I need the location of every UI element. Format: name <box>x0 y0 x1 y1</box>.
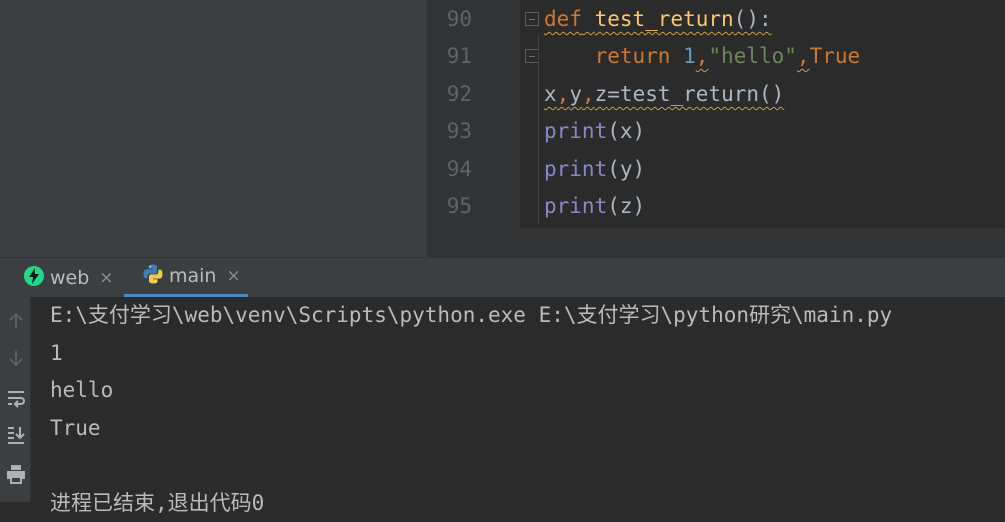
scroll-to-end-icon[interactable] <box>0 420 31 448</box>
code-line-95[interactable]: print(z) <box>544 188 645 225</box>
console-output-line: 1 <box>50 341 63 365</box>
up-arrow-icon[interactable] <box>0 307 31 335</box>
indent-guide <box>538 34 539 224</box>
down-arrow-icon[interactable] <box>0 344 31 372</box>
project-pane <box>0 0 427 257</box>
close-icon[interactable]: × <box>226 266 240 286</box>
run-tool-window-header: web × main × <box>0 257 1005 298</box>
console-output-line: hello <box>50 378 114 402</box>
run-tab-main[interactable]: main × <box>124 258 248 298</box>
code-line-92[interactable]: x,y,z=test_return() <box>544 76 784 113</box>
code-line-93[interactable]: print(x) <box>544 113 645 150</box>
line-number: 94 <box>446 157 472 181</box>
comma: , <box>695 44 709 68</box>
console-command-line: E:\支付学习\web\venv\Scripts\python.exe E:\支… <box>50 303 893 327</box>
code-text: (z) <box>607 194 646 218</box>
code-line-94[interactable]: print(y) <box>544 151 645 188</box>
variable: z <box>594 82 608 106</box>
line-number: 92 <box>446 82 472 106</box>
keyword: def <box>544 7 582 31</box>
code-text: (): <box>733 7 772 31</box>
function-name: test_return <box>594 7 734 31</box>
pycharm-icon <box>23 265 45 291</box>
editor-bottom-strip <box>427 228 1005 257</box>
builtin-print: print <box>544 157 608 181</box>
fold-start-icon[interactable] <box>525 12 539 26</box>
console-exit-message: 进程已结束,退出代码0 <box>50 491 265 515</box>
python-icon <box>142 263 164 289</box>
fold-end-icon[interactable] <box>525 49 539 63</box>
code-editor[interactable]: 90 91 92 93 94 95 def test_return(): ret… <box>427 0 1005 257</box>
code-text: (y) <box>607 157 646 181</box>
variable: x <box>544 82 557 106</box>
run-side-toolbar <box>0 297 31 502</box>
code-line-90[interactable]: def test_return(): <box>544 1 772 38</box>
line-number: 93 <box>446 119 472 143</box>
close-icon[interactable]: × <box>99 268 113 288</box>
tab-label: web <box>50 267 90 289</box>
line-number: 91 <box>446 44 472 68</box>
console-output-line: True <box>50 416 101 440</box>
builtin-print: print <box>544 194 608 218</box>
line-number: 95 <box>446 194 472 218</box>
code-text: =test_return() <box>607 82 785 106</box>
code-text: (x) <box>607 119 646 143</box>
builtin-print: print <box>544 119 608 143</box>
keyword: True <box>809 44 861 68</box>
print-icon[interactable] <box>0 460 31 488</box>
comma: , <box>581 82 595 106</box>
keyword: return <box>594 44 671 68</box>
variable: y <box>569 82 582 106</box>
comma: , <box>796 44 810 68</box>
code-line-91[interactable]: return 1,"hello",True <box>544 38 861 75</box>
run-tab-web[interactable]: web × <box>23 258 114 298</box>
comma: , <box>556 82 570 106</box>
line-number: 90 <box>446 7 472 31</box>
soft-wrap-icon[interactable] <box>0 384 31 412</box>
number-literal: 1 <box>683 44 696 68</box>
console-output[interactable]: E:\支付学习\web\venv\Scripts\python.exe E:\支… <box>31 297 1005 515</box>
tab-label: main <box>169 265 217 287</box>
string-literal: "hello" <box>708 44 797 68</box>
editor-gutter: 90 91 92 93 94 95 <box>427 0 539 228</box>
